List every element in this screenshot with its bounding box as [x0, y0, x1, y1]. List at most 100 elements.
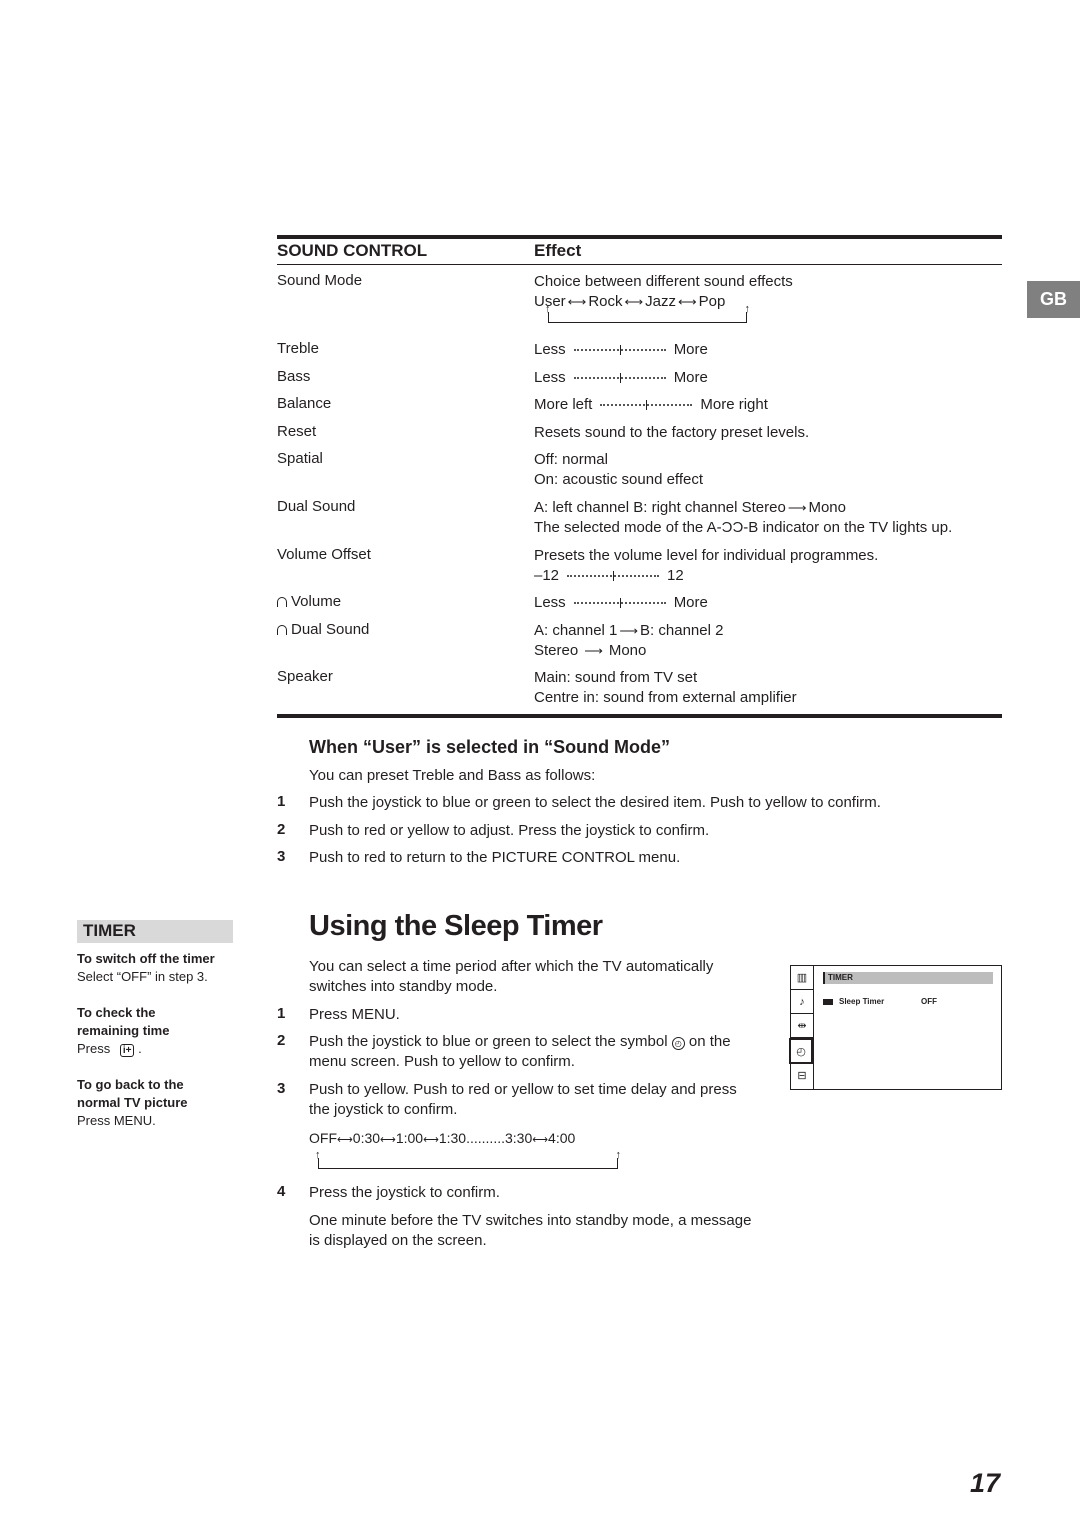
slider-max-label: More right	[700, 396, 768, 413]
outro-line: is displayed on the screen.	[309, 1232, 487, 1249]
effect-line: Off: normal	[534, 451, 608, 468]
right-arrow-icon: ⟶	[584, 643, 603, 658]
row-label-sound-mode: Sound Mode	[277, 272, 363, 289]
cycle-value: 1:30	[438, 1130, 467, 1146]
section-heading-user-mode: When “User” is selected in “Sound Mode”	[309, 737, 671, 757]
sidebar-item: To switch off the timer Select “OFF” in …	[77, 950, 215, 986]
outro-line: One minute before the TV switches into s…	[309, 1212, 752, 1229]
sidebar-text: Press MENU.	[77, 1113, 156, 1128]
mode-jazz: Jazz	[645, 293, 676, 310]
label-text: Dual Sound	[291, 621, 370, 638]
slider-min-label: –12	[534, 567, 560, 584]
double-arrow-icon: ⟷	[677, 294, 697, 309]
row-label-headphone-volume: Volume	[277, 593, 341, 610]
step-number: 4	[277, 1183, 286, 1200]
table-top-rule	[277, 235, 1002, 239]
sidebar-item: To go back to the normal TV picture Pres…	[77, 1076, 188, 1130]
cursor-marker-icon	[823, 999, 833, 1005]
sidebar-item: To check the remaining time Press i+ .	[77, 1005, 170, 1057]
step-number: 1	[277, 1005, 286, 1022]
sleep-outro: One minute before the TV switches into s…	[309, 1211, 751, 1251]
effect-text: Mono	[808, 499, 846, 516]
row-effect-volume-offset: Presets the volume level for individual …	[534, 546, 878, 586]
step-text: Press MENU.	[309, 1006, 400, 1023]
tv-menu-screen: ▥ ♪ ⇹ ◴ ⊟ TIMER Sleep Timer OFF	[789, 965, 1002, 1090]
row-effect-spatial: Off: normal On: acoustic sound effect	[534, 450, 703, 490]
double-arrow-icon: ⟷	[423, 1134, 439, 1146]
effect-text: Choice between different sound effects	[534, 273, 793, 290]
effect-text: B: channel 2	[640, 622, 724, 639]
up-arrow-icon: ↑	[744, 303, 751, 315]
slider-max-label: More	[673, 369, 708, 386]
row-effect-headphone-dual-sound: A: channel 1 ⟶ B: channel 2 Stereo ⟶ Mono	[534, 621, 723, 661]
header-rule	[277, 264, 1002, 265]
step-number: 3	[277, 1080, 286, 1097]
language-tab: GB	[1027, 281, 1080, 318]
volume-offset-slider	[567, 571, 660, 582]
step-text: Push to yellow. Push to red or yellow to…	[309, 1080, 737, 1120]
right-arrow-icon: ⟶	[619, 623, 639, 638]
row-label-dual-sound: Dual Sound	[277, 498, 356, 515]
slider-max-label: More	[673, 341, 708, 358]
step-number: 2	[277, 1032, 286, 1049]
mode-rock: Rock	[588, 293, 623, 310]
step-line: the joystick to confirm.	[309, 1101, 458, 1118]
sidebar-heading: To check the	[77, 1005, 156, 1020]
menu-title: TIMER	[823, 972, 993, 984]
treble-slider	[573, 345, 666, 356]
headphones-icon	[277, 597, 287, 607]
screen-size-icon: ⇹	[791, 1014, 813, 1038]
slider-min-label: Less	[534, 594, 566, 611]
sound-note-icon: ♪	[791, 990, 813, 1014]
sidebar-text: Select “OFF” in step 3.	[77, 969, 208, 984]
sidebar-label-text: TIMER	[83, 921, 136, 940]
table-bottom-rule	[277, 714, 1002, 718]
slider-min-label: Less	[534, 369, 566, 386]
row-effect-bass: Less More	[534, 368, 708, 388]
effect-text: A: left channel B: right channel Stereo	[534, 499, 786, 516]
row-effect-balance: More left More right	[534, 395, 768, 415]
double-arrow-icon: ⟷	[567, 294, 587, 309]
step-text: Push to red to return to the PICTURE CON…	[309, 849, 681, 866]
headphone-volume-slider	[573, 598, 666, 609]
step-text: Push the joystick to blue or green to se…	[309, 1032, 731, 1072]
cycle-value: 4:00	[548, 1130, 576, 1146]
picture-icon: ▥	[791, 966, 813, 990]
effect-text: A: channel 1	[534, 622, 618, 639]
menu-icon-column: ▥ ♪ ⇹ ◴ ⊟	[789, 966, 814, 1089]
cycle-value: 0:30	[352, 1130, 381, 1146]
sidebar-heading: To switch off the timer	[77, 951, 215, 966]
menu-item-label: Sleep Timer	[839, 997, 885, 1006]
page-number: 17	[970, 1468, 1001, 1498]
step-number: 2	[277, 821, 286, 838]
up-arrow-icon: ↑	[545, 303, 551, 315]
cycle-value: OFF	[309, 1130, 337, 1146]
row-effect-sound-mode: Choice between different sound effects U…	[534, 272, 793, 312]
page-title: Using the Sleep Timer	[309, 910, 603, 942]
intro-line: You can select a time period after which…	[309, 958, 714, 975]
right-arrow-icon: ⟶	[787, 500, 807, 515]
sidebar-text: Press	[77, 1041, 111, 1056]
cycle-value: 1:00	[395, 1130, 424, 1146]
row-label-treble: Treble	[277, 340, 319, 357]
step-text: Push to red or yellow to adjust. Press t…	[309, 822, 710, 839]
slider-min-label: Less	[534, 341, 566, 358]
preset-icon: ⊟	[797, 1070, 807, 1082]
row-label-volume-offset: Volume Offset	[277, 546, 371, 563]
step-number: 3	[277, 848, 286, 865]
step-line: on the	[688, 1033, 731, 1050]
up-arrow-icon: ↑	[315, 1149, 321, 1161]
sound-mode-cycle: User ⟷ Rock ⟷ Jazz ⟷ Pop	[534, 292, 793, 312]
effect-line: On: acoustic sound effect	[534, 471, 703, 488]
effect-text: Mono	[608, 642, 647, 659]
effect-line: Centre in: sound from external amplifier	[534, 689, 797, 706]
slider-max-label: 12	[667, 567, 684, 584]
balance-slider	[600, 400, 693, 411]
row-effect-treble: Less More	[534, 340, 708, 360]
cycle-return-arrow: ↑ ↑	[315, 1150, 621, 1169]
step-text: Push the joystick to blue or green to se…	[309, 794, 881, 811]
row-label-bass: Bass	[277, 368, 311, 385]
effect-line: The selected mode of the A-ƆƆ-B indicato…	[534, 519, 953, 536]
effect-line: Presets the volume level for individual …	[534, 547, 879, 564]
headphones-icon	[277, 625, 287, 635]
